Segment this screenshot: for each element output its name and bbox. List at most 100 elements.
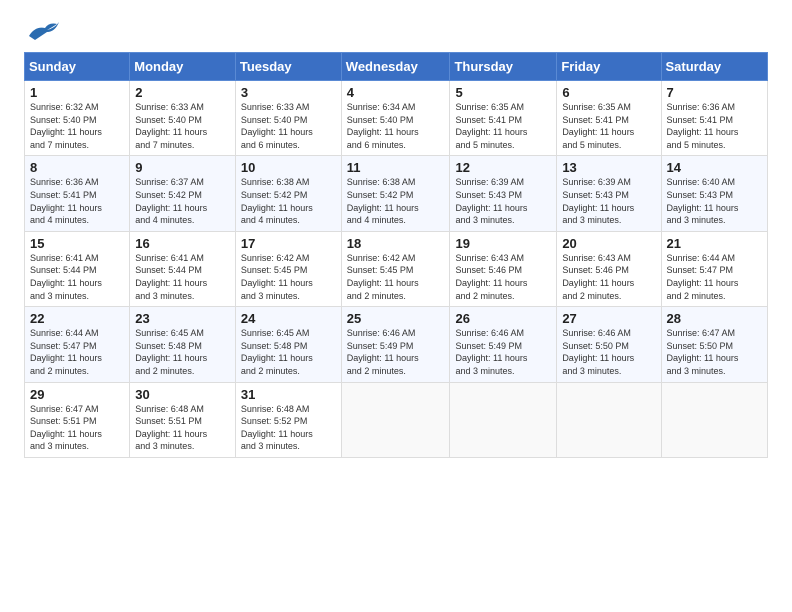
calendar-cell: 6Sunrise: 6:35 AMSunset: 5:41 PMDaylight… bbox=[557, 81, 661, 156]
day-number: 13 bbox=[562, 160, 655, 175]
day-number: 6 bbox=[562, 85, 655, 100]
calendar-cell: 21 Sunrise: 6:44 AMSunset: 5:47 PMDayligh… bbox=[661, 231, 767, 306]
day-info: Sunrise: 6:38 AMSunset: 5:42 PMDaylight:… bbox=[347, 177, 419, 225]
col-header-tuesday: Tuesday bbox=[235, 53, 341, 81]
day-info: Sunrise: 6:43 AMSunset: 5:46 PMDaylight:… bbox=[562, 253, 634, 301]
day-number: 20 bbox=[562, 236, 655, 251]
calendar-cell: 18Sunrise: 6:42 AMSunset: 5:45 PMDayligh… bbox=[341, 231, 450, 306]
calendar-cell: 2 Sunrise: 6:33 AMSunset: 5:40 PMDaylight… bbox=[130, 81, 236, 156]
day-number: 10 bbox=[241, 160, 336, 175]
calendar-cell: 29 Sunrise: 6:47 AMSunset: 5:51 PMDayligh… bbox=[25, 382, 130, 457]
logo-bird-icon bbox=[27, 18, 61, 42]
col-header-thursday: Thursday bbox=[450, 53, 557, 81]
col-header-sunday: Sunday bbox=[25, 53, 130, 81]
calendar-cell: 31Sunrise: 6:48 AMSunset: 5:52 PMDayligh… bbox=[235, 382, 341, 457]
calendar-cell: 25 Sunrise: 6:46 AMSunset: 5:49 PMDayligh… bbox=[341, 307, 450, 382]
day-number: 24 bbox=[241, 311, 336, 326]
calendar-cell: 23 Sunrise: 6:45 AMSunset: 5:48 PMDayligh… bbox=[130, 307, 236, 382]
calendar-cell: 9 Sunrise: 6:37 AMSunset: 5:42 PMDaylight… bbox=[130, 156, 236, 231]
calendar-cell: 10Sunrise: 6:38 AMSunset: 5:42 PMDayligh… bbox=[235, 156, 341, 231]
day-info: Sunrise: 6:46 AMSunset: 5:50 PMDaylight:… bbox=[562, 328, 634, 376]
day-info: Sunrise: 6:39 AMSunset: 5:43 PMDaylight:… bbox=[455, 177, 527, 225]
calendar-cell: 15 Sunrise: 6:41 AMSunset: 5:44 PMDayligh… bbox=[25, 231, 130, 306]
day-info: Sunrise: 6:47 AMSunset: 5:50 PMDaylight:… bbox=[667, 328, 739, 376]
day-info: Sunrise: 6:34 AMSunset: 5:40 PMDaylight:… bbox=[347, 102, 419, 150]
calendar-cell: 26Sunrise: 6:46 AMSunset: 5:49 PMDayligh… bbox=[450, 307, 557, 382]
day-info: Sunrise: 6:43 AMSunset: 5:46 PMDaylight:… bbox=[455, 253, 527, 301]
day-number: 14 bbox=[667, 160, 762, 175]
calendar-cell: 12Sunrise: 6:39 AMSunset: 5:43 PMDayligh… bbox=[450, 156, 557, 231]
day-number: 5 bbox=[455, 85, 551, 100]
calendar-cell: 27 Sunrise: 6:46 AMSunset: 5:50 PMDayligh… bbox=[557, 307, 661, 382]
calendar-week-row: 22Sunrise: 6:44 AMSunset: 5:47 PMDayligh… bbox=[25, 307, 768, 382]
day-info: Sunrise: 6:40 AMSunset: 5:43 PMDaylight:… bbox=[667, 177, 739, 225]
day-number: 7 bbox=[667, 85, 762, 100]
calendar-cell: 24 Sunrise: 6:45 AMSunset: 5:48 PMDayligh… bbox=[235, 307, 341, 382]
day-number: 11 bbox=[347, 160, 445, 175]
day-number: 29 bbox=[30, 387, 124, 402]
day-number: 18 bbox=[347, 236, 445, 251]
day-number: 26 bbox=[455, 311, 551, 326]
calendar-cell: 5 Sunrise: 6:35 AMSunset: 5:41 PMDaylight… bbox=[450, 81, 557, 156]
day-info: Sunrise: 6:35 AMSunset: 5:41 PMDaylight:… bbox=[455, 102, 527, 150]
day-info: Sunrise: 6:41 AMSunset: 5:44 PMDaylight:… bbox=[30, 253, 102, 301]
calendar-cell bbox=[341, 382, 450, 457]
logo bbox=[24, 20, 61, 42]
calendar-cell: 1 Sunrise: 6:32 AMSunset: 5:40 PMDaylight… bbox=[25, 81, 130, 156]
calendar-cell: 7 Sunrise: 6:36 AMSunset: 5:41 PMDaylight… bbox=[661, 81, 767, 156]
calendar-cell: 28 Sunrise: 6:47 AMSunset: 5:50 PMDayligh… bbox=[661, 307, 767, 382]
calendar-cell: 8 Sunrise: 6:36 AMSunset: 5:41 PMDaylight… bbox=[25, 156, 130, 231]
day-info: Sunrise: 6:33 AMSunset: 5:40 PMDaylight:… bbox=[135, 102, 207, 150]
day-info: Sunrise: 6:33 AMSunset: 5:40 PMDaylight:… bbox=[241, 102, 313, 150]
calendar-cell: 13 Sunrise: 6:39 AMSunset: 5:43 PMDayligh… bbox=[557, 156, 661, 231]
day-number: 1 bbox=[30, 85, 124, 100]
calendar-week-row: 1 Sunrise: 6:32 AMSunset: 5:40 PMDaylight… bbox=[25, 81, 768, 156]
day-info: Sunrise: 6:37 AMSunset: 5:42 PMDaylight:… bbox=[135, 177, 207, 225]
day-info: Sunrise: 6:42 AMSunset: 5:45 PMDaylight:… bbox=[241, 253, 313, 301]
day-info: Sunrise: 6:48 AMSunset: 5:51 PMDaylight:… bbox=[135, 404, 207, 452]
day-number: 25 bbox=[347, 311, 445, 326]
day-number: 3 bbox=[241, 85, 336, 100]
day-number: 2 bbox=[135, 85, 230, 100]
calendar-table: SundayMondayTuesdayWednesdayThursdayFrid… bbox=[24, 52, 768, 458]
calendar-cell: 4 Sunrise: 6:34 AMSunset: 5:40 PMDaylight… bbox=[341, 81, 450, 156]
day-number: 9 bbox=[135, 160, 230, 175]
day-number: 21 bbox=[667, 236, 762, 251]
day-info: Sunrise: 6:32 AMSunset: 5:40 PMDaylight:… bbox=[30, 102, 102, 150]
day-number: 8 bbox=[30, 160, 124, 175]
day-info: Sunrise: 6:41 AMSunset: 5:44 PMDaylight:… bbox=[135, 253, 207, 301]
day-number: 16 bbox=[135, 236, 230, 251]
calendar-week-row: 15 Sunrise: 6:41 AMSunset: 5:44 PMDayligh… bbox=[25, 231, 768, 306]
calendar-cell: 14 Sunrise: 6:40 AMSunset: 5:43 PMDayligh… bbox=[661, 156, 767, 231]
day-number: 4 bbox=[347, 85, 445, 100]
day-info: Sunrise: 6:48 AMSunset: 5:52 PMDaylight:… bbox=[241, 404, 313, 452]
day-info: Sunrise: 6:44 AMSunset: 5:47 PMDaylight:… bbox=[667, 253, 739, 301]
calendar-cell: 16 Sunrise: 6:41 AMSunset: 5:44 PMDayligh… bbox=[130, 231, 236, 306]
calendar-cell bbox=[661, 382, 767, 457]
day-number: 19 bbox=[455, 236, 551, 251]
calendar-cell: 22Sunrise: 6:44 AMSunset: 5:47 PMDayligh… bbox=[25, 307, 130, 382]
day-info: Sunrise: 6:47 AMSunset: 5:51 PMDaylight:… bbox=[30, 404, 102, 452]
col-header-friday: Friday bbox=[557, 53, 661, 81]
calendar-week-row: 29 Sunrise: 6:47 AMSunset: 5:51 PMDayligh… bbox=[25, 382, 768, 457]
day-info: Sunrise: 6:46 AMSunset: 5:49 PMDaylight:… bbox=[347, 328, 419, 376]
day-info: Sunrise: 6:36 AMSunset: 5:41 PMDaylight:… bbox=[667, 102, 739, 150]
day-info: Sunrise: 6:39 AMSunset: 5:43 PMDaylight:… bbox=[562, 177, 634, 225]
col-header-monday: Monday bbox=[130, 53, 236, 81]
calendar-cell: 3 Sunrise: 6:33 AMSunset: 5:40 PMDaylight… bbox=[235, 81, 341, 156]
day-number: 27 bbox=[562, 311, 655, 326]
day-info: Sunrise: 6:36 AMSunset: 5:41 PMDaylight:… bbox=[30, 177, 102, 225]
col-header-wednesday: Wednesday bbox=[341, 53, 450, 81]
day-number: 15 bbox=[30, 236, 124, 251]
day-info: Sunrise: 6:45 AMSunset: 5:48 PMDaylight:… bbox=[135, 328, 207, 376]
calendar-cell bbox=[557, 382, 661, 457]
page-header bbox=[24, 20, 768, 42]
calendar-cell: 19 Sunrise: 6:43 AMSunset: 5:46 PMDayligh… bbox=[450, 231, 557, 306]
day-number: 30 bbox=[135, 387, 230, 402]
day-number: 23 bbox=[135, 311, 230, 326]
day-info: Sunrise: 6:45 AMSunset: 5:48 PMDaylight:… bbox=[241, 328, 313, 376]
day-number: 28 bbox=[667, 311, 762, 326]
day-number: 17 bbox=[241, 236, 336, 251]
calendar-cell: 30 Sunrise: 6:48 AMSunset: 5:51 PMDayligh… bbox=[130, 382, 236, 457]
calendar-header-row: SundayMondayTuesdayWednesdayThursdayFrid… bbox=[25, 53, 768, 81]
